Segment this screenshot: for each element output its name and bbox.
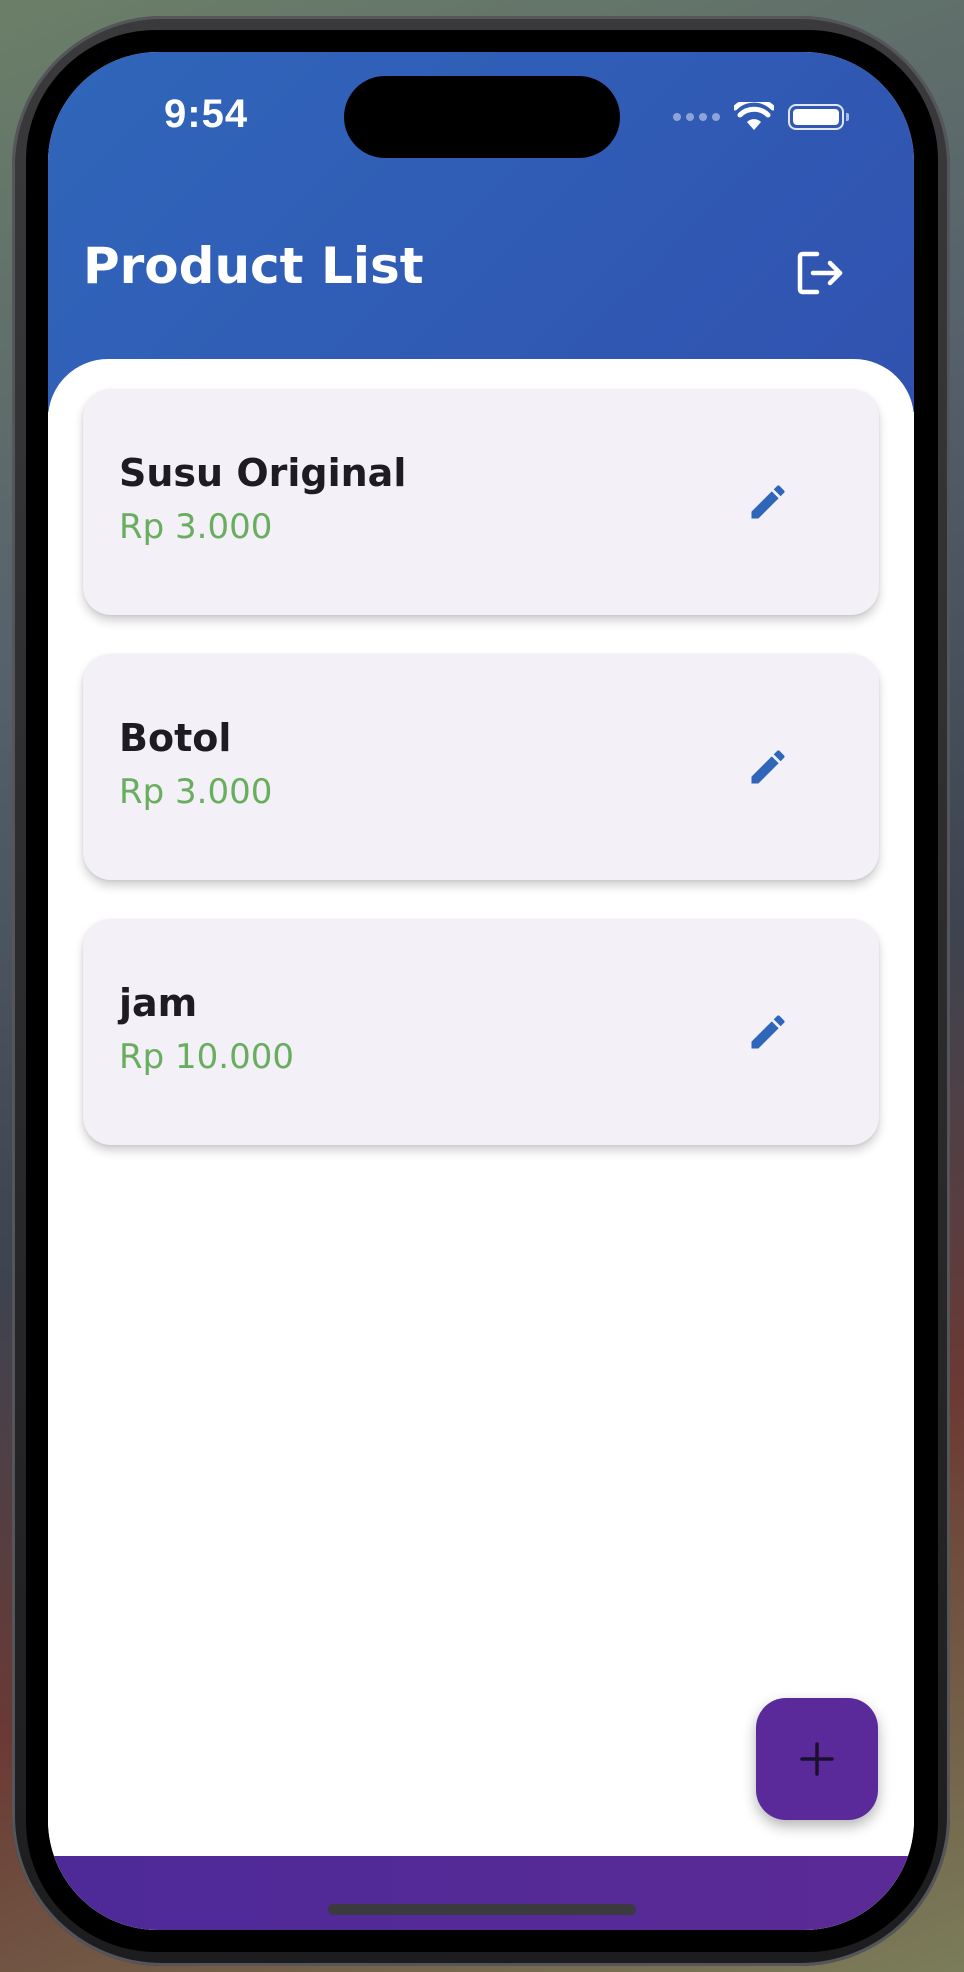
product-name: Botol xyxy=(119,716,232,760)
dynamic-island xyxy=(344,76,620,158)
product-name: jam xyxy=(119,981,198,1025)
product-price: Rp 3.000 xyxy=(119,507,273,547)
pencil-edit-icon xyxy=(751,1015,785,1049)
wifi-icon xyxy=(734,102,774,130)
edit-product-button[interactable] xyxy=(733,467,803,537)
pencil-edit-icon xyxy=(751,750,785,784)
edit-product-button[interactable] xyxy=(733,732,803,802)
page-title: Product List xyxy=(83,237,424,295)
app-header: 9:54 Product List xyxy=(48,52,914,412)
product-price: Rp 3.000 xyxy=(119,772,273,812)
bottom-bar xyxy=(48,1856,914,1930)
app-screen: 9:54 Product List Susu Original Rp 3.000… xyxy=(48,52,914,1930)
battery-icon xyxy=(788,104,849,130)
edit-product-button[interactable] xyxy=(733,997,803,1067)
product-name: Susu Original xyxy=(119,451,407,495)
logout-button[interactable] xyxy=(786,238,856,308)
add-product-button[interactable] xyxy=(756,1698,878,1820)
product-card[interactable]: jam Rp 10.000 xyxy=(83,919,879,1145)
status-icons xyxy=(673,102,849,132)
pencil-edit-icon xyxy=(751,485,785,519)
logout-icon xyxy=(797,251,843,295)
product-card[interactable]: Botol Rp 3.000 xyxy=(83,654,879,880)
product-price: Rp 10.000 xyxy=(119,1037,294,1077)
product-list-panel: Susu Original Rp 3.000 Botol Rp 3.000 ja… xyxy=(48,359,914,1930)
status-bar-time: 9:54 xyxy=(164,92,249,136)
cellular-dots-icon xyxy=(673,113,720,121)
plus-icon xyxy=(800,1742,834,1776)
product-card[interactable]: Susu Original Rp 3.000 xyxy=(83,389,879,615)
home-indicator[interactable] xyxy=(328,1904,636,1915)
